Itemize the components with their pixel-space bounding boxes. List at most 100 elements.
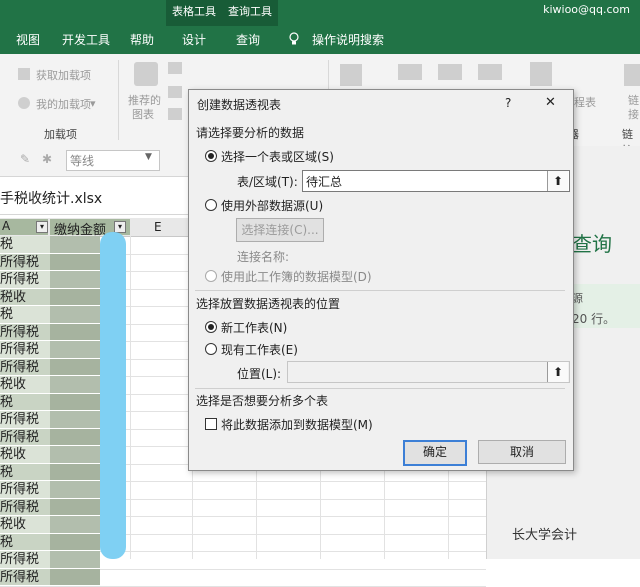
table-row[interactable]: 所得税 (0, 569, 486, 587)
sparkline-line-icon[interactable] (398, 64, 422, 80)
cell-amount[interactable] (50, 534, 100, 551)
label-existing-worksheet[interactable]: 现有工作表(E) (221, 341, 298, 358)
tab-help[interactable]: 帮助 (130, 31, 154, 48)
label-new-worksheet[interactable]: 新工作表(N) (221, 319, 287, 336)
table-range-value: 待汇总 (306, 173, 342, 190)
pin-icon[interactable]: ✱ (42, 152, 52, 166)
link-label-2[interactable]: 接 (628, 106, 639, 122)
sparkline-column-icon[interactable] (438, 64, 462, 80)
dialog-title: 创建数据透视表 (197, 96, 281, 113)
recommended-charts-icon (134, 62, 158, 86)
cell-amount[interactable] (50, 359, 100, 376)
table-row[interactable]: 税 (0, 534, 486, 553)
lightbulb-icon (288, 32, 300, 46)
table-range-input[interactable] (302, 170, 570, 192)
table-row[interactable]: 所得税 (0, 481, 486, 500)
cell-amount[interactable] (50, 481, 100, 498)
cell-amount[interactable] (50, 394, 100, 411)
divider (195, 290, 565, 291)
ribbon-divider (118, 60, 119, 140)
table-row[interactable]: 所得税 (0, 499, 486, 518)
my-addins-button[interactable]: 我的加载项 (36, 96, 91, 112)
tab-query[interactable]: 查询 (236, 31, 260, 48)
label-add-to-model[interactable]: 将此数据添加到数据模型(M) (221, 416, 373, 433)
label-location: 位置(L): (237, 365, 281, 382)
collapse-dialog-icon[interactable]: ⬆ (547, 171, 568, 191)
cell-amount[interactable] (50, 569, 100, 586)
cell-amount[interactable] (50, 499, 100, 516)
tab-view[interactable]: 视图 (16, 31, 40, 48)
line-style-value: 等线 (70, 152, 94, 169)
cell-amount[interactable] (50, 429, 100, 446)
tab-design[interactable]: 设计 (182, 31, 206, 48)
cell-amount[interactable] (50, 236, 100, 253)
cell-amount[interactable] (50, 411, 100, 428)
get-addins-button[interactable]: 获取加载项 (36, 67, 91, 83)
query-info-line2: 20 行。 (572, 310, 615, 327)
sparkline-winloss-icon[interactable] (478, 64, 502, 80)
chevron-down-icon[interactable]: ▾ (90, 97, 96, 110)
radio-external-source[interactable] (205, 199, 217, 211)
pie-chart-icon[interactable] (168, 108, 182, 120)
gridline (130, 236, 131, 559)
context-tab-table-tools[interactable]: 表格工具 (172, 3, 216, 19)
cell-amount[interactable] (50, 254, 100, 271)
line-chart-icon[interactable] (168, 86, 182, 98)
create-pivottable-dialog: 创建数据透视表 ? ✕ 请选择要分析的数据 选择一个表或区域(S) 表/区域(T… (188, 89, 574, 471)
radio-data-model[interactable] (205, 270, 217, 282)
radio-new-worksheet[interactable] (205, 321, 217, 333)
checkbox-add-to-model[interactable] (205, 418, 217, 430)
section-multiple-tables: 选择是否想要分析多个表 (196, 392, 328, 409)
map-icon[interactable] (340, 64, 362, 86)
location-input[interactable] (287, 361, 570, 383)
file-name[interactable]: 手税收统计.xlsx (0, 188, 102, 208)
label-external-source[interactable]: 使用外部数据源(U) (221, 197, 323, 214)
store-icon (18, 68, 30, 80)
divider (195, 388, 565, 389)
cell-amount[interactable] (50, 446, 100, 463)
section-choose-data: 请选择要分析的数据 (196, 124, 304, 141)
table-row[interactable]: 所得税 (0, 551, 486, 570)
cell-amount[interactable] (50, 376, 100, 393)
chevron-down-icon[interactable]: ▼ (145, 152, 152, 162)
tell-me-search[interactable]: 操作说明搜索 (312, 31, 384, 48)
cell-amount[interactable] (50, 341, 100, 358)
choose-connection-button[interactable]: 选择连接(C)... (236, 218, 324, 242)
section-placement: 选择放置数据透视表的位置 (196, 295, 340, 312)
addins-icon (18, 97, 30, 109)
ok-button[interactable]: 确定 (403, 440, 467, 466)
close-icon[interactable]: ✕ (545, 95, 556, 110)
label-data-model[interactable]: 使用此工作簿的数据模型(D) (221, 268, 372, 285)
help-button[interactable]: ? (505, 96, 511, 110)
cell-amount[interactable] (50, 289, 100, 306)
user-account[interactable]: kiwioo@qq.com (543, 3, 630, 16)
radio-existing-worksheet[interactable] (205, 343, 217, 355)
watermark: 长大学会计 (512, 524, 577, 543)
context-tab-query-tools[interactable]: 查询工具 (228, 3, 272, 19)
recommended-charts-label-2[interactable]: 图表 (132, 106, 154, 122)
table-row[interactable]: 税收 (0, 516, 486, 535)
label-connection-name: 连接名称: (237, 248, 289, 265)
pane-title: 查询 (572, 228, 612, 257)
cancel-button[interactable]: 取消 (478, 440, 566, 464)
label-select-range[interactable]: 选择一个表或区域(S) (221, 148, 334, 165)
link-icon[interactable] (624, 64, 640, 86)
cell-amount[interactable] (50, 516, 100, 533)
cell-amount[interactable] (50, 271, 100, 288)
cell-amount[interactable] (50, 324, 100, 341)
filter-dropdown-icon[interactable]: ▾ (36, 221, 48, 233)
radio-select-range[interactable] (205, 150, 217, 162)
collapse-dialog-icon[interactable]: ⬆ (547, 362, 568, 382)
cell-amount[interactable] (50, 464, 100, 481)
cell-amount[interactable] (50, 551, 100, 568)
column-header-e[interactable]: E (154, 220, 162, 234)
tab-developer[interactable]: 开发工具 (62, 31, 110, 48)
timeline-label[interactable]: 程表 (574, 94, 596, 110)
bar-chart-icon[interactable] (168, 62, 182, 74)
label-table-range: 表/区域(T): (237, 173, 298, 190)
highlight-mark (100, 232, 126, 559)
group-label-addins: 加载项 (44, 126, 77, 142)
format-painter-icon[interactable]: ✎ (20, 152, 30, 166)
timeline-icon[interactable] (530, 62, 552, 86)
cell-amount[interactable] (50, 306, 100, 323)
